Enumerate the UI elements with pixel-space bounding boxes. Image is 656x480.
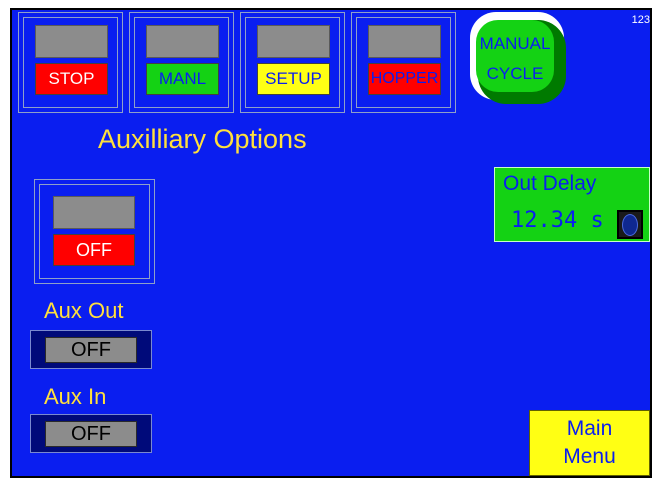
aux-toggle-indicator bbox=[53, 196, 135, 229]
page-title: Auxilliary Options bbox=[98, 124, 307, 154]
stop-indicator bbox=[35, 25, 108, 58]
setup-label: SETUP bbox=[257, 63, 330, 95]
stop-button[interactable]: STOP bbox=[18, 12, 123, 113]
aux-out-label: Aux Out bbox=[44, 298, 124, 323]
main-menu-button[interactable]: Main Menu bbox=[529, 410, 650, 476]
hopper-label: HOPPER bbox=[368, 63, 441, 95]
main-menu-line2: Menu bbox=[563, 445, 616, 468]
aux-in-label: Aux In bbox=[44, 384, 107, 409]
hopper-button[interactable]: HOPPER bbox=[351, 12, 456, 113]
out-delay-label: Out Delay bbox=[503, 172, 597, 195]
stop-label: STOP bbox=[35, 63, 108, 95]
main-menu-line1: Main bbox=[566, 417, 613, 440]
setup-indicator bbox=[257, 25, 330, 58]
setup-button[interactable]: SETUP bbox=[240, 12, 345, 113]
aux-in-value: OFF bbox=[45, 421, 137, 447]
manual-cycle-line1: MANUAL bbox=[479, 34, 551, 53]
hopper-indicator bbox=[368, 25, 441, 58]
manl-indicator bbox=[146, 25, 219, 58]
adjust-knob-icon[interactable] bbox=[617, 210, 643, 239]
aux-in-field: OFF bbox=[30, 414, 152, 453]
manl-button[interactable]: MANL bbox=[129, 12, 234, 113]
manl-label: MANL bbox=[146, 63, 219, 95]
out-delay-panel: Out Delay 12.34 s bbox=[494, 167, 650, 242]
manual-cycle-button[interactable]: MANUAL CYCLE bbox=[470, 12, 566, 104]
out-delay-value[interactable]: 12.34 s bbox=[511, 208, 604, 233]
manual-cycle-line2: CYCLE bbox=[486, 64, 544, 83]
corner-number: 123 bbox=[631, 14, 650, 26]
hmi-screen: STOP MANL SETUP HOPPER MANUAL CYCLE 123 … bbox=[10, 8, 652, 478]
aux-toggle-label: OFF bbox=[53, 234, 135, 266]
aux-toggle-button[interactable]: OFF bbox=[34, 179, 155, 284]
aux-out-value: OFF bbox=[45, 337, 137, 363]
aux-out-field: OFF bbox=[30, 330, 152, 369]
